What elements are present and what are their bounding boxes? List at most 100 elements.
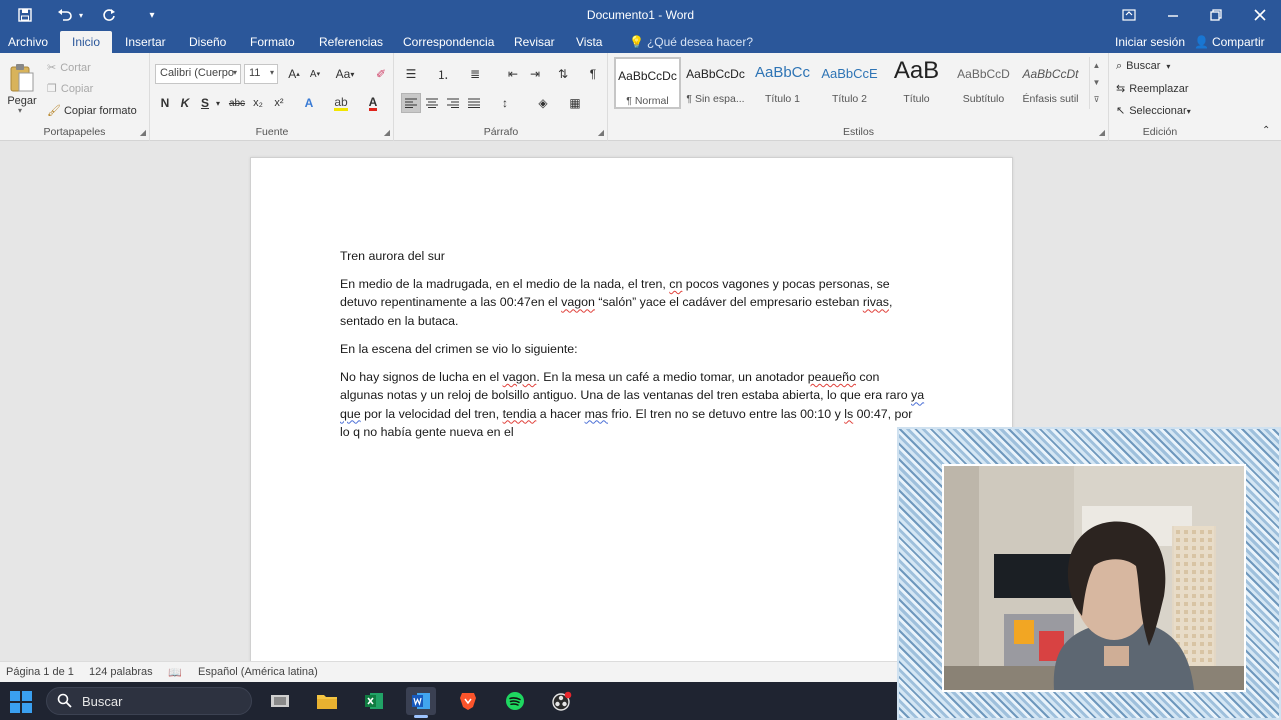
style-subtitle[interactable]: AaBbCcD Subtítulo xyxy=(950,57,1017,109)
tab-inicio[interactable]: Inicio xyxy=(60,31,113,53)
brave-icon[interactable] xyxy=(453,687,483,715)
misspelled-word[interactable]: peaueño xyxy=(808,370,856,384)
proofing-icon[interactable]: 📖 xyxy=(168,666,182,679)
subscript-button[interactable]: x₂ xyxy=(248,93,268,113)
misspelled-word[interactable]: vagon xyxy=(561,295,595,309)
styles-launcher-icon[interactable]: ◢ xyxy=(1099,128,1105,137)
style-name: Subtítulo xyxy=(962,93,1005,105)
font-color-icon[interactable]: A xyxy=(363,93,383,113)
font-launcher-icon[interactable]: ◢ xyxy=(384,128,390,137)
numbering-icon[interactable]: ⒈ xyxy=(433,64,453,84)
font-size-combo[interactable]: 11 ▾ xyxy=(244,64,278,84)
grammar-flag[interactable]: mas xyxy=(585,407,608,421)
format-painter-label: Copiar formato xyxy=(63,105,137,117)
text-effects-icon[interactable]: A xyxy=(299,93,319,113)
chevron-down-icon: ▾ xyxy=(269,68,274,77)
find-button[interactable]: ⌕ Buscar ▾ xyxy=(1116,60,1170,73)
minimize-icon[interactable] xyxy=(1158,4,1188,26)
expand-gallery-icon[interactable]: ⊽ xyxy=(1090,91,1103,108)
word-count[interactable]: 124 palabras xyxy=(89,666,153,678)
align-right-icon[interactable] xyxy=(443,93,463,113)
language-indicator[interactable]: Español (América latina) xyxy=(198,666,318,678)
tab-vista[interactable]: Vista xyxy=(569,31,609,53)
underline-dropdown-icon[interactable]: ▾ xyxy=(213,93,223,113)
align-left-icon[interactable] xyxy=(401,93,421,113)
close-icon[interactable] xyxy=(1245,4,1275,26)
replace-label: Reemplazar xyxy=(1129,83,1189,95)
chevron-up-icon[interactable]: ▲ xyxy=(1090,57,1103,74)
document-title-line[interactable]: Tren aurora del sur xyxy=(340,247,925,265)
highlight-color-icon[interactable]: ab xyxy=(331,93,351,113)
paragraph-1[interactable]: En medio de la madrugada, en el medio de… xyxy=(340,275,925,330)
font-name-combo[interactable]: Calibri (Cuerpo ▾ xyxy=(155,64,241,84)
increase-indent-icon[interactable]: ⇥ xyxy=(525,64,545,84)
tab-formato[interactable]: Formato xyxy=(243,31,302,53)
italic-button[interactable]: K xyxy=(175,93,195,113)
select-button[interactable]: ↖ Seleccionar▾ xyxy=(1116,104,1191,117)
paragraph-2[interactable]: En la escena del crimen se vio lo siguie… xyxy=(340,340,925,358)
paste-dropdown-icon[interactable]: ▾ xyxy=(18,106,22,115)
paragraph-launcher-icon[interactable]: ◢ xyxy=(598,128,604,137)
clear-formatting-icon[interactable]: ✐ xyxy=(371,64,391,84)
bullets-icon[interactable]: ☰ xyxy=(401,64,421,84)
share-button[interactable]: 👤 Compartir xyxy=(1187,31,1272,53)
word-icon[interactable] xyxy=(406,687,436,718)
restore-icon[interactable] xyxy=(1201,4,1231,26)
justify-icon[interactable] xyxy=(464,93,484,113)
underline-button[interactable]: S xyxy=(195,93,215,113)
taskbar-search[interactable]: Buscar xyxy=(46,687,252,715)
obs-recording-icon[interactable] xyxy=(547,687,577,715)
style-no-spacing[interactable]: AaBbCcDc ¶ Sin espa... xyxy=(682,57,749,109)
excel-icon[interactable] xyxy=(359,687,389,715)
change-case-button[interactable]: Aa ▾ xyxy=(331,64,359,84)
tell-me-box[interactable]: 💡 ¿Qué desea hacer? xyxy=(622,31,760,53)
tab-diseno[interactable]: Diseño xyxy=(182,31,233,53)
style-title[interactable]: AaB Título xyxy=(883,57,950,109)
sign-in-link[interactable]: Iniciar sesión xyxy=(1108,31,1192,53)
ribbon-display-options-icon[interactable] xyxy=(1114,4,1144,26)
decrease-indent-icon[interactable]: ⇤ xyxy=(503,64,523,84)
tab-revisar[interactable]: Revisar xyxy=(507,31,562,53)
strikethrough-button[interactable]: abc xyxy=(227,93,247,113)
collapse-ribbon-icon[interactable]: ⌃ xyxy=(1262,125,1270,136)
bold-button[interactable]: N xyxy=(155,93,175,113)
align-center-icon[interactable] xyxy=(422,93,442,113)
misspelled-word[interactable]: rivas xyxy=(863,295,889,309)
styles-gallery-scroll[interactable]: ▲ ▼ ⊽ xyxy=(1089,57,1103,109)
clipboard-launcher-icon[interactable]: ◢ xyxy=(140,128,146,137)
misspelled-word[interactable]: vagon xyxy=(503,370,537,384)
tab-insertar[interactable]: Insertar xyxy=(118,31,173,53)
page-count[interactable]: Página 1 de 1 xyxy=(6,666,74,678)
multilevel-list-icon[interactable]: ≣ xyxy=(465,64,485,84)
shading-icon[interactable]: ◈ xyxy=(533,93,553,113)
cut-button[interactable]: ✂ Cortar xyxy=(47,61,91,74)
task-view-icon[interactable] xyxy=(265,687,295,715)
windows-start-icon[interactable] xyxy=(10,691,32,713)
show-marks-icon[interactable]: ¶ xyxy=(583,64,603,84)
tab-archivo[interactable]: Archivo xyxy=(1,31,55,53)
search-placeholder: Buscar xyxy=(82,694,123,709)
style-normal[interactable]: AaBbCcDc ¶ Normal xyxy=(614,57,681,109)
misspelled-word[interactable]: tendia xyxy=(503,407,537,421)
line-spacing-icon[interactable]: ↕ xyxy=(495,93,515,113)
chevron-down-icon[interactable]: ▼ xyxy=(1090,74,1103,91)
spotify-icon[interactable] xyxy=(500,687,530,715)
copy-button[interactable]: ❐ Copiar xyxy=(47,82,93,95)
misspelled-word[interactable]: cn xyxy=(669,277,682,291)
style-heading-2[interactable]: AaBbCcE Título 2 xyxy=(816,57,883,109)
borders-icon[interactable]: ▦ xyxy=(565,93,585,113)
tab-correspondencia[interactable]: Correspondencia xyxy=(396,31,501,53)
grow-font-button[interactable]: A ▴ xyxy=(284,64,304,84)
paste-button[interactable]: Pegar xyxy=(5,57,39,113)
style-heading-1[interactable]: AaBbCc Título 1 xyxy=(749,57,816,109)
sort-icon[interactable]: ⇅ xyxy=(553,64,573,84)
shrink-font-button[interactable]: A ▾ xyxy=(305,64,325,84)
paragraph-3[interactable]: No hay signos de lucha en el vagon. En l… xyxy=(340,368,925,441)
style-subtle-emphasis[interactable]: AaBbCcDt Énfasis sutil xyxy=(1017,57,1084,109)
format-painter-button[interactable]: 🖌 Copiar formato xyxy=(47,104,137,117)
replace-button[interactable]: ⇆ Reemplazar xyxy=(1116,82,1189,95)
tab-referencias[interactable]: Referencias xyxy=(312,31,390,53)
file-explorer-icon[interactable] xyxy=(312,687,342,715)
superscript-button[interactable]: x² xyxy=(269,93,289,113)
misspelled-word[interactable]: ls xyxy=(844,407,853,421)
